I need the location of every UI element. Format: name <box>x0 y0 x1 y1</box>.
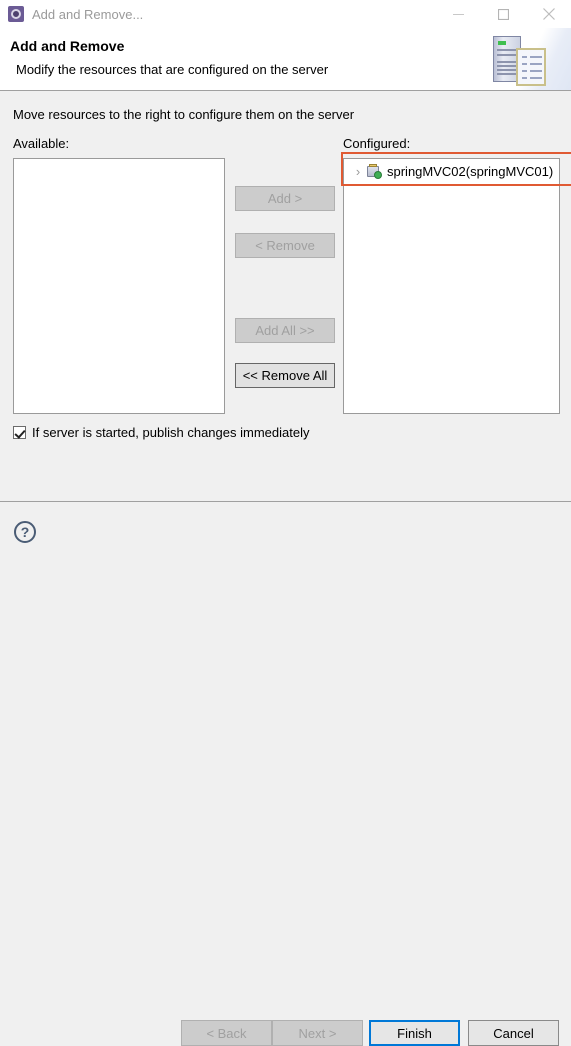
help-icon[interactable]: ? <box>14 521 36 543</box>
configured-label: Configured: <box>343 136 411 151</box>
configured-list[interactable]: › springMVC02(springMVC01) <box>343 158 560 414</box>
publish-immediately-checkbox[interactable] <box>13 426 26 439</box>
add-button[interactable]: Add > <box>235 186 335 211</box>
remove-button[interactable]: < Remove <box>235 233 335 258</box>
finish-button[interactable]: Finish <box>369 1020 460 1046</box>
next-button[interactable]: Next > <box>272 1020 363 1046</box>
publish-immediately-label: If server is started, publish changes im… <box>32 425 310 440</box>
module-icon <box>366 163 382 179</box>
minimize-icon[interactable] <box>436 0 481 28</box>
gear-icon <box>8 6 24 22</box>
page-description: Modify the resources that are configured… <box>16 62 329 77</box>
list-item-label: springMVC02(springMVC01) <box>387 163 554 179</box>
maximize-icon[interactable] <box>481 0 526 28</box>
back-button[interactable]: < Back <box>181 1020 272 1046</box>
available-list[interactable] <box>13 158 225 414</box>
remove-all-button[interactable]: << Remove All <box>235 363 335 388</box>
server-and-document-icon <box>485 28 571 90</box>
instruction-text: Move resources to the right to configure… <box>13 107 355 122</box>
chevron-right-icon[interactable]: › <box>350 164 366 179</box>
window-title: Add and Remove... <box>32 6 144 22</box>
available-label: Available: <box>13 136 70 151</box>
add-all-button[interactable]: Add All >> <box>235 318 335 343</box>
window-titlebar: Add and Remove... <box>0 0 571 28</box>
document-icon <box>516 48 546 86</box>
dialog-body: Move resources to the right to configure… <box>0 91 571 501</box>
wizard-header: Add and Remove Modify the resources that… <box>0 28 571 91</box>
list-item[interactable]: › springMVC02(springMVC01) <box>344 159 559 183</box>
page-title: Add and Remove <box>10 38 125 54</box>
window-controls <box>436 0 571 28</box>
cancel-button[interactable]: Cancel <box>468 1020 559 1046</box>
dialog-footer: ? < Back Next > Finish Cancel <box>0 501 571 1046</box>
publish-immediately-row[interactable]: If server is started, publish changes im… <box>13 425 309 440</box>
close-icon[interactable] <box>526 0 571 28</box>
